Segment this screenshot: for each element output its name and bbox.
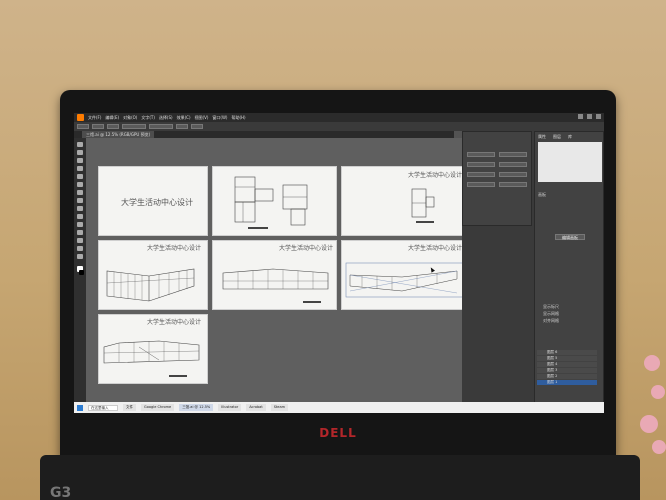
style-dropdown[interactable]	[149, 124, 173, 129]
rectangle-tool-icon[interactable]	[77, 182, 83, 187]
menu-edit[interactable]: 编辑(E)	[105, 113, 119, 122]
document-tab-bar: 三馆.ai @ 12.5% (RGB/GPU 预览)	[74, 131, 454, 138]
zoom-tool-icon[interactable]	[77, 254, 83, 259]
tab-libraries[interactable]: 库	[568, 134, 572, 140]
font-size-field[interactable]	[467, 152, 495, 157]
layer-row[interactable]: 图层 3	[537, 368, 597, 373]
layer-row[interactable]: 图层 4	[537, 362, 597, 367]
layer-row-selected[interactable]: 图层 1	[537, 380, 597, 385]
eyedropper-tool-icon[interactable]	[77, 238, 83, 243]
leading-field[interactable]	[499, 152, 527, 157]
fill-swatch[interactable]	[77, 124, 89, 129]
taskbar-app[interactable]: Illustrator	[218, 404, 242, 411]
hand-tool-icon[interactable]	[77, 246, 83, 251]
taskbar-app[interactable]: Steam	[270, 404, 289, 411]
maximize-icon[interactable]	[587, 114, 592, 119]
document-tab[interactable]: 三馆.ai @ 12.5% (RGB/GPU 预览)	[82, 131, 155, 138]
checkbox-label[interactable]: 对齐网格	[543, 318, 559, 324]
flower-decoration	[626, 345, 666, 465]
taskbar-app-active[interactable]: 三馆.ai @ 12.5%	[179, 404, 214, 411]
laptop-base: G3	[40, 455, 640, 500]
brush-dropdown[interactable]	[122, 124, 146, 129]
floor-plan-drawing	[234, 176, 308, 229]
laptop-screen: 文件(F) 编辑(E) 对象(O) 文字(T) 选择(S) 效果(C) 视图(V…	[74, 113, 604, 413]
perspective-drawing-2	[345, 262, 464, 298]
control-bar	[74, 122, 604, 131]
menu-object[interactable]: 对象(O)	[123, 113, 137, 122]
section-plan-drawing	[411, 188, 435, 223]
artboard-title: 大学生活动中心设计	[121, 198, 193, 207]
horizontal-scale-field[interactable]	[499, 172, 527, 177]
menu-help[interactable]: 帮助(H)	[231, 113, 245, 122]
menu-file[interactable]: 文件(F)	[88, 113, 101, 122]
character-panel	[462, 131, 532, 226]
tracking-field[interactable]	[499, 162, 527, 167]
taskbar-search-input[interactable]: 在这里输入	[88, 404, 118, 411]
rotate-tool-icon[interactable]	[77, 206, 83, 211]
brush-tool-icon[interactable]	[77, 190, 83, 195]
artboard-section-label: 画板	[538, 192, 546, 197]
artboard-1[interactable]: 大学生活动中心设计	[98, 166, 208, 236]
edit-artboard-button[interactable]: 编辑画板	[555, 234, 585, 240]
taskbar-app[interactable]: Acrobat	[246, 404, 266, 411]
properties-panel: 属性 图层 库 画板 编辑画板 显示标尺 显示网格 对齐网格 图层 6 图层 5…	[534, 131, 604, 408]
elevation-drawing-1	[222, 268, 329, 303]
base-logo: G3	[50, 485, 72, 500]
kerning-field[interactable]	[467, 162, 495, 167]
type-tool-icon[interactable]	[77, 166, 83, 171]
menu-view[interactable]: 视图(V)	[195, 113, 209, 122]
artboard-4[interactable]: 大学生活动中心设计	[98, 240, 208, 310]
layer-row[interactable]: 图层 5	[537, 356, 597, 361]
artboard-3[interactable]: 大学生活动中心设计	[341, 166, 466, 236]
artboard-canvas[interactable]: 大学生活动中心设计 大学生活动中心设计 大学生活动中心设计 大学生活动中心设计 …	[86, 138, 466, 403]
taskbar-app[interactable]: 文件	[123, 404, 136, 411]
window-controls	[578, 114, 601, 119]
align-dropdown[interactable]	[191, 124, 203, 129]
navigator-thumbnail[interactable]	[538, 142, 602, 182]
elevation-drawing-2	[103, 340, 200, 377]
tab-properties[interactable]: 属性	[538, 134, 546, 140]
vertical-scale-field[interactable]	[467, 172, 495, 177]
artboard-5[interactable]: 大学生活动中心设计	[212, 240, 337, 310]
pencil-tool-icon[interactable]	[77, 198, 83, 203]
baseline-shift-field[interactable]	[467, 182, 495, 187]
taskbar-app[interactable]: Google Chrome	[141, 404, 175, 411]
opacity-field[interactable]	[176, 124, 188, 129]
tab-layers[interactable]: 图层	[553, 134, 561, 140]
stroke-swatch[interactable]	[92, 124, 104, 129]
shape-builder-tool-icon[interactable]	[77, 230, 83, 235]
pen-tool-icon[interactable]	[77, 158, 83, 163]
menu-type[interactable]: 文字(T)	[141, 113, 155, 122]
rotation-field[interactable]	[499, 182, 527, 187]
artboard-6[interactable]: 大学生活动中心设计	[341, 240, 466, 310]
checkbox-label[interactable]: 显示标尺	[543, 304, 559, 310]
right-panels: 属性 图层 库 画板 编辑画板 显示标尺 显示网格 对齐网格 图层 6 图层 5…	[462, 131, 604, 408]
perspective-drawing-1	[106, 268, 195, 302]
menu-bar: 文件(F) 编辑(E) 对象(O) 文字(T) 选择(S) 效果(C) 视图(V…	[74, 113, 604, 122]
checkbox-label[interactable]: 显示网格	[543, 311, 559, 317]
width-tool-icon[interactable]	[77, 222, 83, 227]
line-tool-icon[interactable]	[77, 174, 83, 179]
illustrator-logo-icon	[77, 114, 84, 121]
menu-window[interactable]: 窗口(W)	[212, 113, 227, 122]
artboard-2[interactable]	[212, 166, 337, 236]
scale-tool-icon[interactable]	[77, 214, 83, 219]
menu-select[interactable]: 选择(S)	[159, 113, 173, 122]
close-icon[interactable]	[596, 114, 601, 119]
minimize-icon[interactable]	[578, 114, 583, 119]
dell-logo: DELL	[319, 426, 357, 440]
tools-panel	[74, 138, 86, 408]
layer-row[interactable]: 图层 2	[537, 374, 597, 379]
artboard-7[interactable]: 大学生活动中心设计	[98, 314, 208, 384]
windows-start-icon[interactable]	[77, 404, 83, 411]
stroke-weight-field[interactable]	[107, 124, 119, 129]
direct-selection-tool-icon[interactable]	[77, 150, 83, 155]
windows-taskbar: 在这里输入 文件 Google Chrome 三馆.ai @ 12.5% Ill…	[74, 402, 604, 413]
menu-effect[interactable]: 效果(C)	[177, 113, 191, 122]
layer-row[interactable]: 图层 6	[537, 350, 597, 355]
stroke-color-icon[interactable]	[79, 270, 84, 275]
selection-tool-icon[interactable]	[77, 142, 83, 147]
